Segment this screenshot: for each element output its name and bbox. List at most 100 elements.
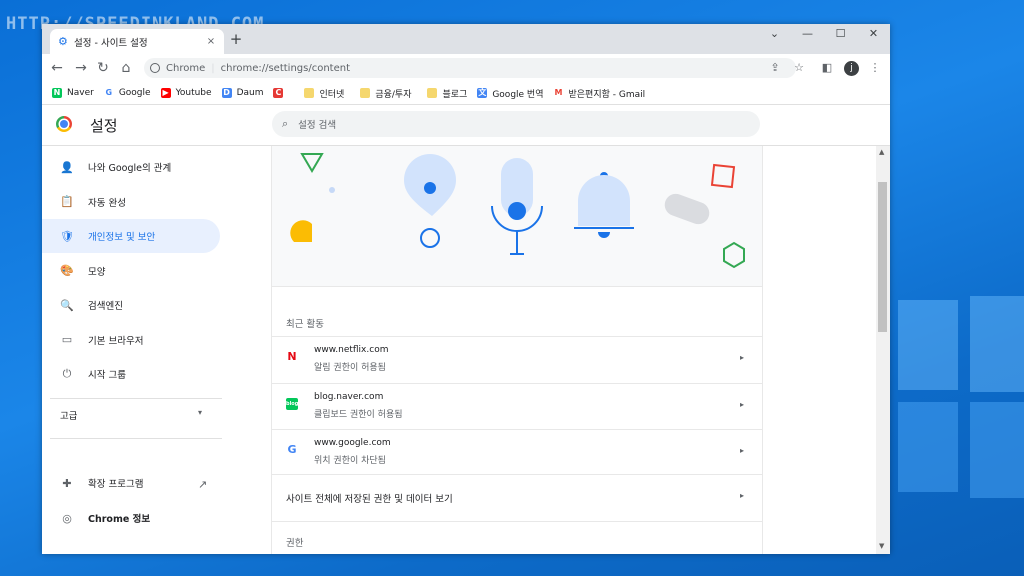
bookmark-item[interactable]: N Naver xyxy=(52,88,94,98)
bookmark-item[interactable]: C xyxy=(273,88,288,98)
recent-activity-row[interactable]: Gwww.google.com 위치 권한이 차단됨 ▸ xyxy=(272,429,762,476)
view-all-sites-row[interactable]: 사이트 전체에 저장된 권한 및 데이터 보기 ▸ xyxy=(272,474,762,522)
title-bar: ⚙ 설정 - 사이트 설정 × + ⌄ — ☐ ✕ xyxy=(42,24,890,54)
reload-button[interactable]: ↻ xyxy=(94,59,112,77)
search-icon: ⌕ xyxy=(282,117,289,130)
bookmark-item[interactable]: 블로그 xyxy=(427,87,467,100)
sidebar-item-palette[interactable]: 🎨 모양 xyxy=(42,254,220,288)
view-all-sites-label: 사이트 전체에 저장된 권한 및 데이터 보기 xyxy=(286,494,453,505)
permissions-title: 권한 xyxy=(286,538,304,549)
bookmark-star-icon[interactable]: ☆ xyxy=(790,59,808,77)
omnibox-url[interactable]: chrome://settings/content xyxy=(221,63,350,74)
sidebar-item-shield[interactable]: 🛡 개인정보 및 보안 xyxy=(42,219,220,253)
gmail-icon: M xyxy=(553,88,564,98)
translate-icon: 文 xyxy=(477,88,488,98)
location-dot xyxy=(424,182,436,194)
sidebar-item-label: 확장 프로그램 xyxy=(88,479,144,490)
folder-icon xyxy=(304,88,315,98)
sidebar-item-label: 기본 브라우저 xyxy=(88,335,144,347)
person-icon: 👤 xyxy=(60,160,74,174)
settings-search-input[interactable]: ⌕ 설정 검색 xyxy=(272,111,760,137)
pill-shape xyxy=(664,193,710,225)
semicircle-shape xyxy=(290,220,312,242)
recent-activity-title: 최근 활동 xyxy=(286,319,324,330)
bookmark-item[interactable]: 文 Google 번역 xyxy=(477,87,544,100)
dot-shape xyxy=(329,187,335,193)
maximize-button[interactable]: ☐ xyxy=(824,24,857,44)
scroll-down-icon[interactable]: ▼ xyxy=(879,542,884,550)
bell-icon xyxy=(578,175,630,226)
bookmark-label: 블로그 xyxy=(442,89,468,100)
chevron-right-icon: ▸ xyxy=(739,446,744,455)
bell-clapper xyxy=(598,232,610,238)
square-shape xyxy=(710,163,736,189)
bookmark-label: Google 번역 xyxy=(492,89,544,100)
site-name: blog.naver.com xyxy=(314,391,384,402)
power-icon: ⏻ xyxy=(62,367,72,380)
naver-icon: N xyxy=(52,88,62,98)
bookmark-item[interactable]: 금융/투자 xyxy=(360,87,411,100)
sidebar-advanced[interactable]: 고급 xyxy=(60,408,77,422)
sidebar-item-browser[interactable]: ▭ 기본 브라우저 xyxy=(42,323,220,357)
recent-activity-row[interactable]: blog blog.naver.com 클립보드 권한이 허용됨 ▸ xyxy=(272,382,762,430)
profile-avatar[interactable]: j xyxy=(844,61,859,76)
tab-settings[interactable]: ⚙ 설정 - 사이트 설정 × xyxy=(50,29,224,54)
scroll-up-icon[interactable]: ▲ xyxy=(879,148,884,156)
chevron-down-icon[interactable]: ▾ xyxy=(198,408,202,417)
bookmark-item[interactable]: ▶ Youtube xyxy=(160,88,212,98)
omnibox-chrome-label: Chrome xyxy=(166,62,206,74)
site-settings-content: 최근 활동 Nwww.netflix.com 알림 권한이 허용됨 ▸ blog blo… xyxy=(271,146,763,554)
sidebar-item-search[interactable]: 🔍 검색엔진 xyxy=(42,288,220,322)
sidebar-item-extensions[interactable]: ✚ 확장 프로그램 xyxy=(42,466,220,500)
share-icon[interactable]: ⇪ xyxy=(766,59,784,77)
new-tab-button[interactable]: + xyxy=(228,32,244,48)
close-window-button[interactable]: ✕ xyxy=(857,24,890,44)
illustration-svg xyxy=(290,153,745,269)
naver-blog-icon: blog xyxy=(286,397,298,410)
settings-sidebar: 👤 나와 Google의 관계 📋 자동 완성 🛡 개인정보 및 보안 🎨 모양 🔍 검색엔진 ▭ 기… xyxy=(42,146,270,554)
bookmark-item[interactable]: G Google xyxy=(103,88,151,98)
chevron-right-icon: ▸ xyxy=(739,491,744,500)
chrome-window: ⚙ 설정 - 사이트 설정 × + ⌄ — ☐ ✕ ← → ↻ ⌂ Chrome… xyxy=(42,24,890,554)
windows-logo-pane xyxy=(898,402,958,492)
windows-logo-pane xyxy=(970,402,1024,498)
sidebar-item-power[interactable]: ⏻ 시작 그룹 xyxy=(42,357,220,391)
recent-activity-row[interactable]: Nwww.netflix.com 알림 권한이 허용됨 ▸ xyxy=(272,336,762,383)
scrollbar-thumb[interactable] xyxy=(878,182,887,332)
bookmark-item[interactable]: 인터넷 xyxy=(304,87,344,100)
daum-icon: D xyxy=(221,88,232,98)
chrome-site-icon xyxy=(150,63,160,73)
puzzle-icon: ✚ xyxy=(62,476,72,490)
sidebar-item-clipboard[interactable]: 📋 자동 완성 xyxy=(42,185,220,219)
bookmark-label: 금융/투자 xyxy=(375,89,412,100)
minimize-button[interactable]: — xyxy=(791,24,824,44)
side-panel-icon[interactable]: ◧ xyxy=(818,59,836,77)
bookmark-item[interactable]: D Daum xyxy=(221,88,264,98)
bookmark-label: Daum xyxy=(236,88,264,98)
chevron-right-icon: ▸ xyxy=(739,353,744,362)
palette-icon: 🎨 xyxy=(60,264,74,277)
close-tab-icon[interactable]: × xyxy=(204,36,218,47)
sidebar-item-about[interactable]: ◎ Chrome 정보 xyxy=(42,501,220,535)
netflix-icon: N xyxy=(287,350,297,363)
forward-button[interactable]: → xyxy=(72,59,90,77)
permission-detail: 알림 권한이 허용됨 xyxy=(314,363,386,373)
sidebar-item-label: 검색엔진 xyxy=(88,301,123,312)
sidebar-item-label: 모양 xyxy=(88,266,106,278)
sidebar-item-person[interactable]: 👤 나와 Google의 관계 xyxy=(42,150,220,184)
tab-search-dropdown-icon[interactable]: ⌄ xyxy=(758,24,791,44)
home-button[interactable]: ⌂ xyxy=(117,59,135,77)
permission-detail: 클립보드 권한이 허용됨 xyxy=(314,409,403,420)
page-scrollbar[interactable]: ▲ ▼ xyxy=(876,146,890,554)
location-ring xyxy=(420,228,440,248)
folder-icon xyxy=(427,88,438,98)
folder-icon xyxy=(360,88,371,98)
bookmark-item[interactable]: M 받은편지함 - Gmail xyxy=(553,87,645,100)
address-bar[interactable]: Chrome | chrome://settings/content xyxy=(144,58,796,78)
browser-toolbar: ← → ↻ ⌂ Chrome | chrome://settings/conte… xyxy=(42,54,890,82)
back-button[interactable]: ← xyxy=(48,59,66,77)
triangle-shape xyxy=(300,153,324,173)
sidebar-item-label: 개인정보 및 보안 xyxy=(88,232,156,243)
external-link-icon[interactable]: ↗ xyxy=(198,478,207,491)
menu-icon[interactable]: ⋮ xyxy=(866,59,884,77)
